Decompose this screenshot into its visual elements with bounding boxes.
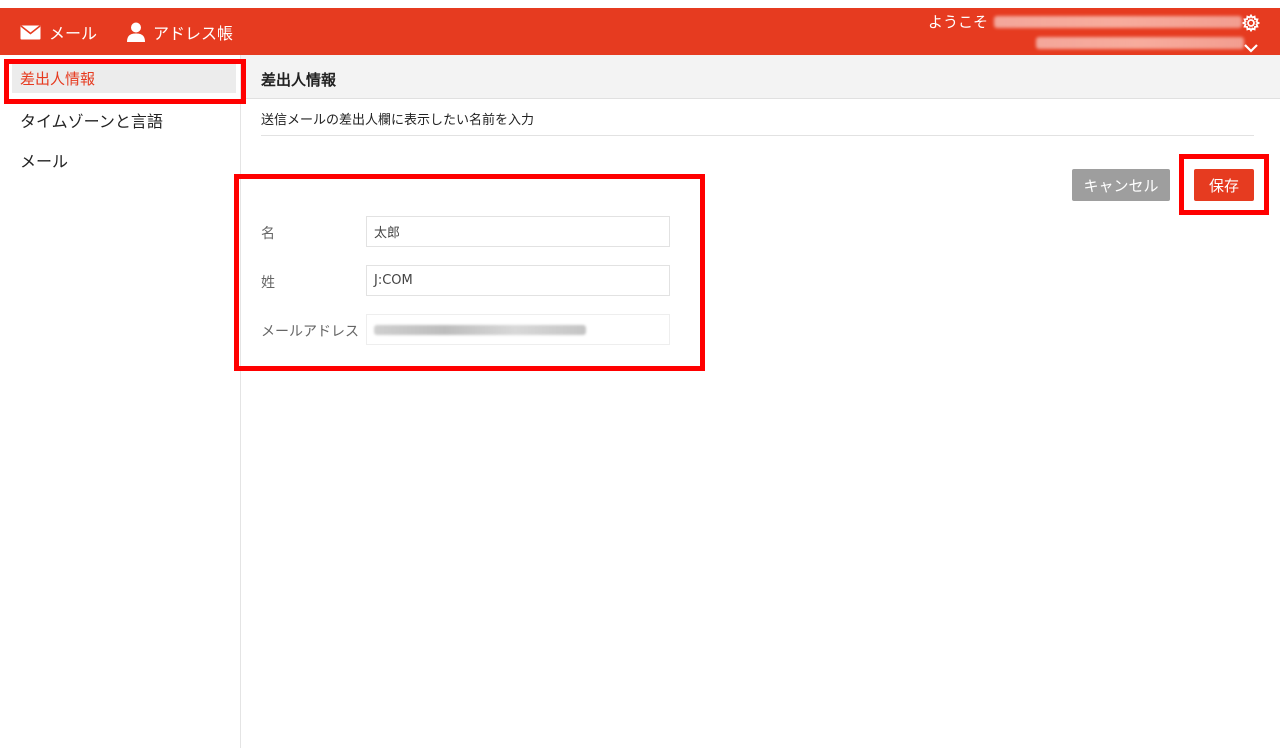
app-header: メール アドレス帳 ようこそ	[0, 8, 1280, 55]
person-icon	[127, 22, 145, 42]
settings-sidebar: 差出人情報 タイムゾーンと言語 メール	[0, 55, 241, 748]
email-label: メールアドレス	[261, 324, 359, 340]
sidebar-item-timezone-language[interactable]: タイムゾーンと言語	[20, 108, 163, 132]
cancel-button[interactable]: キャンセル	[1072, 169, 1170, 201]
sidebar-item-sender-info[interactable]: 差出人情報	[20, 68, 95, 89]
first-name-label: 名	[261, 226, 275, 242]
account-name-redacted	[1036, 37, 1244, 49]
account-email-redacted	[994, 15, 1242, 28]
gear-icon[interactable]	[1241, 13, 1261, 36]
save-button[interactable]: 保存	[1194, 169, 1254, 201]
first-name-field[interactable]: 太郎	[366, 216, 670, 247]
sidebar-item-mail[interactable]: メール	[20, 148, 68, 172]
email-value-redacted	[374, 324, 586, 335]
welcome-line: ようこそ	[928, 11, 1242, 32]
mail-icon	[20, 24, 41, 40]
nav-mail[interactable]: メール	[20, 20, 97, 44]
panel-description: 送信メールの差出人欄に表示したい名前を入力	[261, 113, 535, 128]
nav-mail-label: メール	[49, 24, 98, 43]
email-field	[366, 314, 670, 345]
last-name-field[interactable]: J:COM	[366, 265, 670, 296]
nav-address-book[interactable]: アドレス帳	[127, 20, 233, 44]
page-title: 差出人情報	[261, 71, 337, 89]
last-name-label: 姓	[261, 275, 275, 291]
nav-address-label: アドレス帳	[153, 24, 234, 43]
divider	[261, 135, 1254, 136]
top-strip	[0, 0, 1280, 8]
panel-title-bar: 差出人情報	[241, 55, 1280, 99]
welcome-label: ようこそ	[927, 13, 988, 31]
